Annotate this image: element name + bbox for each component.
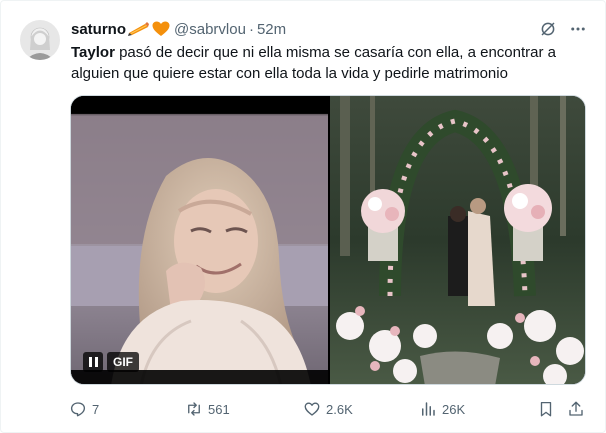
more-icon[interactable] <box>569 20 587 43</box>
timestamp[interactable]: 52m <box>257 21 286 38</box>
like-count: 2.6K <box>326 401 353 417</box>
media-grid: GIF <box>70 95 586 385</box>
gif-media[interactable]: GIF <box>71 96 328 384</box>
bookmark-icon <box>540 401 552 417</box>
separator-dot: · <box>248 20 254 38</box>
gif-controls: GIF <box>83 352 139 372</box>
display-name[interactable]: saturno <box>71 21 126 38</box>
repost-icon <box>188 402 200 416</box>
share-button[interactable] <box>567 397 585 421</box>
bookmark-button[interactable] <box>537 397 555 421</box>
like-icon <box>304 402 320 416</box>
tweet-card[interactable]: saturno @sabrvlou · 52m Taylor pasó de d… <box>0 0 606 433</box>
views-icon <box>422 402 435 416</box>
tweet-header: saturno @sabrvlou · 52m <box>71 19 286 39</box>
views-count: 26K <box>442 401 466 417</box>
grok-icon[interactable] <box>539 20 557 43</box>
views-button[interactable]: 26K <box>419 397 465 421</box>
header-actions <box>539 20 587 43</box>
gif-badge: GIF <box>107 352 139 372</box>
repost-button[interactable]: 561 <box>185 397 230 421</box>
orange-heart-icon <box>152 21 170 37</box>
photo-media[interactable] <box>330 96 585 384</box>
pencil-icon <box>128 22 150 36</box>
reply-button[interactable]: 7 <box>69 397 99 421</box>
share-icon <box>569 401 583 416</box>
pause-icon[interactable] <box>83 352 103 372</box>
repost-count: 561 <box>208 401 230 417</box>
avatar[interactable] <box>20 20 60 60</box>
like-button[interactable]: 2.6K <box>303 397 353 421</box>
tweet-text: Taylor pasó de decir que ni ella misma s… <box>71 42 581 84</box>
reply-count: 7 <box>92 401 100 417</box>
action-bar: 7 561 2.6K 26K <box>69 397 589 421</box>
tweet-text-bold: Taylor <box>71 44 115 61</box>
handle[interactable]: @sabrvlou <box>174 21 246 38</box>
tweet-text-rest: pasó de decir que ni ella misma se casar… <box>71 44 556 82</box>
reply-icon <box>70 402 86 417</box>
